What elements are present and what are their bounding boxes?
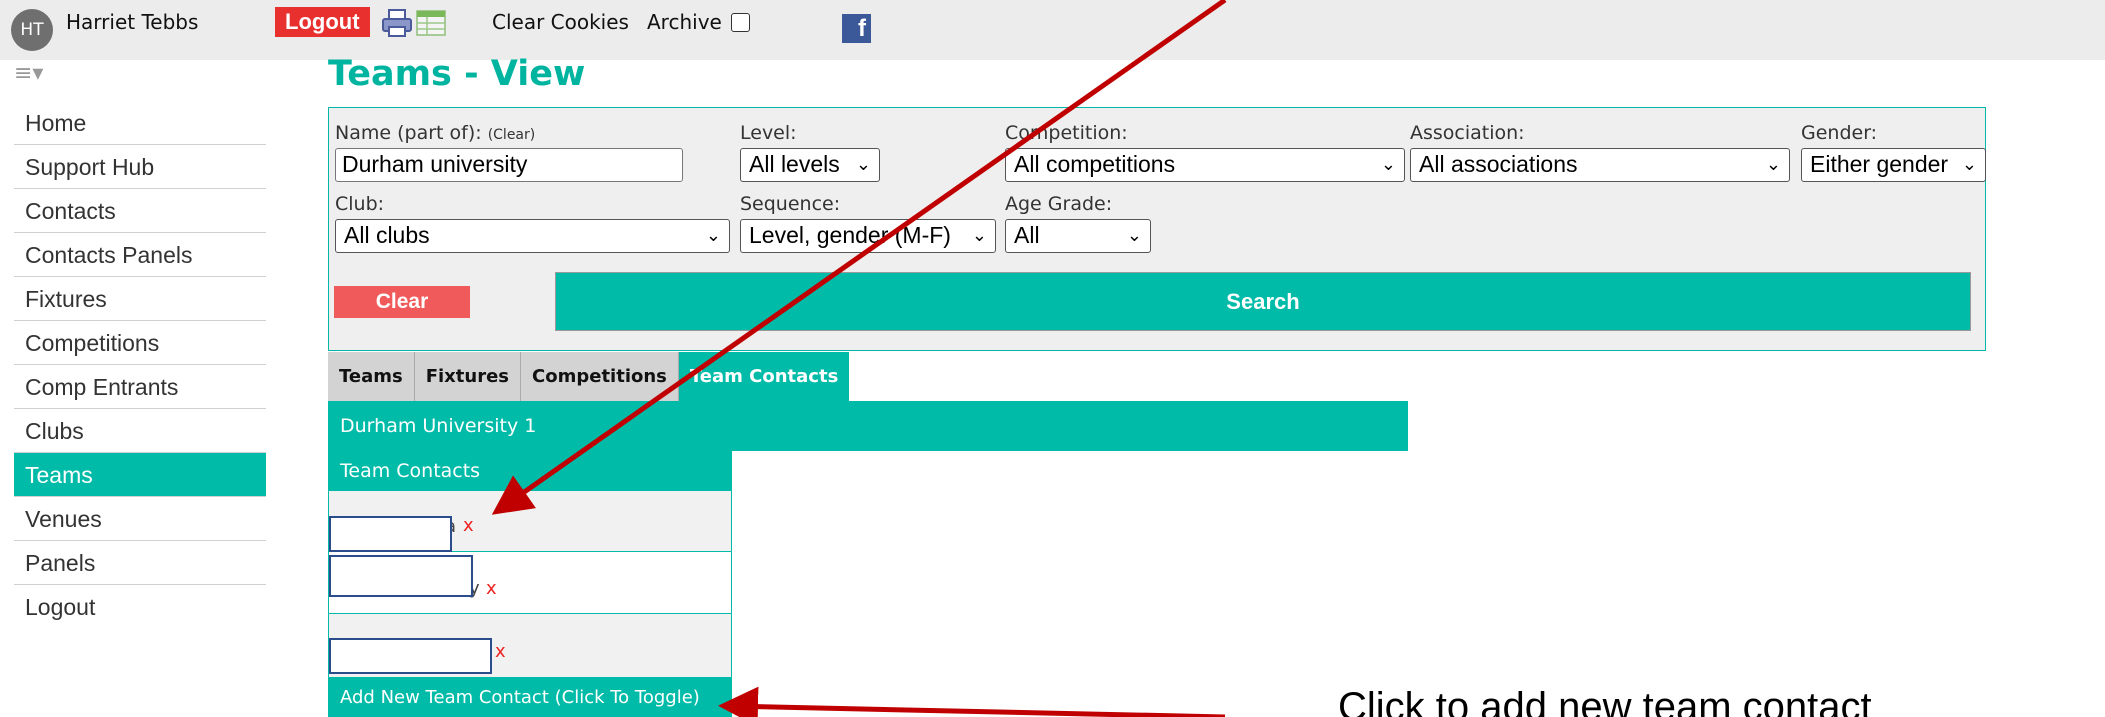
sidebar: Home Support Hub Contacts Contacts Panel… [14, 101, 266, 629]
menu-icon[interactable]: ≡▾ [14, 63, 43, 85]
clear-button[interactable]: Clear [334, 286, 470, 318]
clear-cookies-link[interactable]: Clear Cookies [492, 10, 629, 34]
gender-select[interactable]: Either gender ⌄ [1801, 148, 1986, 182]
chevron-down-icon: ⌄ [1961, 154, 1977, 174]
redacted-contact-name [329, 638, 492, 674]
annotation-text: Click to add new team contact [1338, 685, 1872, 717]
archive-checkbox[interactable] [731, 13, 750, 32]
club-label: Club: [335, 193, 385, 215]
gender-label: Gender: [1801, 122, 1878, 144]
level-select[interactable]: All levels ⌄ [740, 148, 880, 182]
delete-contact-button[interactable]: x [495, 641, 506, 662]
sidebar-item-clubs[interactable]: Clubs [14, 409, 266, 453]
level-label: Level: [740, 122, 797, 144]
tab-fixtures[interactable]: Fixtures [414, 352, 522, 401]
sidebar-item-teams[interactable]: Teams [14, 453, 266, 497]
sidebar-item-panels[interactable]: Panels [14, 541, 266, 585]
sidebar-item-home[interactable]: Home [14, 101, 266, 145]
team-name-header: Durham University 1 [328, 401, 1408, 451]
chevron-down-icon: ⌄ [855, 154, 871, 174]
add-new-team-contact-toggle[interactable]: Add New Team Contact (Click To Toggle) [328, 678, 732, 717]
competition-select[interactable]: All competitions ⌄ [1005, 148, 1405, 182]
sidebar-item-competitions[interactable]: Competitions [14, 321, 266, 365]
team-contacts-header: Team Contacts [328, 451, 732, 491]
sidebar-item-comp-entrants[interactable]: Comp Entrants [14, 365, 266, 409]
tab-team-contacts[interactable]: Team Contacts [678, 352, 850, 401]
tab-teams[interactable]: Teams [328, 352, 415, 401]
filter-panel: Name (part of): (Clear) Durham universit… [328, 107, 1986, 351]
spreadsheet-icon[interactable] [413, 8, 449, 38]
arrow-to-add-contact [718, 686, 1226, 717]
contact-row: y x [328, 552, 732, 614]
sidebar-item-venues[interactable]: Venues [14, 497, 266, 541]
chevron-down-icon: ⌄ [1126, 225, 1142, 245]
competition-label: Competition: [1005, 122, 1128, 144]
archive-label: Archive [647, 10, 722, 34]
chevron-down-icon: ⌄ [1765, 154, 1781, 174]
avatar[interactable]: HT [11, 9, 53, 51]
contact-row: a x [328, 491, 732, 552]
name-input[interactable]: Durham university [335, 148, 683, 182]
redacted-contact-name [329, 555, 473, 597]
delete-contact-button[interactable]: x [463, 515, 474, 536]
age-grade-label: Age Grade: [1005, 193, 1113, 215]
top-bar: HT Harriet Tebbs Logout Clear Cookies Ar… [0, 0, 2105, 60]
name-filter-label: Name (part of): (Clear) [335, 122, 536, 144]
contact-row: x [328, 614, 732, 678]
name-clear-link[interactable]: (Clear) [488, 127, 536, 143]
sequence-label: Sequence: [740, 193, 841, 215]
page-title: Teams - View [328, 54, 586, 94]
redacted-contact-name [329, 516, 452, 552]
sidebar-item-contacts[interactable]: Contacts [14, 189, 266, 233]
chevron-down-icon: ⌄ [971, 225, 987, 245]
tab-competitions[interactable]: Competitions [521, 352, 679, 401]
age-grade-select[interactable]: All ⌄ [1005, 219, 1151, 253]
facebook-icon[interactable]: f [842, 14, 871, 43]
search-button[interactable]: Search [555, 272, 1971, 331]
delete-contact-button[interactable]: x [486, 578, 497, 599]
sidebar-item-logout[interactable]: Logout [14, 585, 266, 629]
sidebar-item-support-hub[interactable]: Support Hub [14, 145, 266, 189]
printer-icon[interactable] [381, 8, 413, 38]
association-select[interactable]: All associations ⌄ [1410, 148, 1790, 182]
chevron-down-icon: ⌄ [705, 225, 721, 245]
sidebar-item-contacts-panels[interactable]: Contacts Panels [14, 233, 266, 277]
chevron-down-icon: ⌄ [1380, 154, 1396, 174]
logout-button[interactable]: Logout [275, 7, 370, 37]
user-name: Harriet Tebbs [66, 10, 199, 34]
association-label: Association: [1410, 122, 1525, 144]
club-select[interactable]: All clubs ⌄ [335, 219, 730, 253]
sequence-select[interactable]: Level, gender (M-F) ⌄ [740, 219, 996, 253]
tab-bar: Teams Fixtures Competitions Team Contact… [328, 352, 850, 401]
sidebar-item-fixtures[interactable]: Fixtures [14, 277, 266, 321]
